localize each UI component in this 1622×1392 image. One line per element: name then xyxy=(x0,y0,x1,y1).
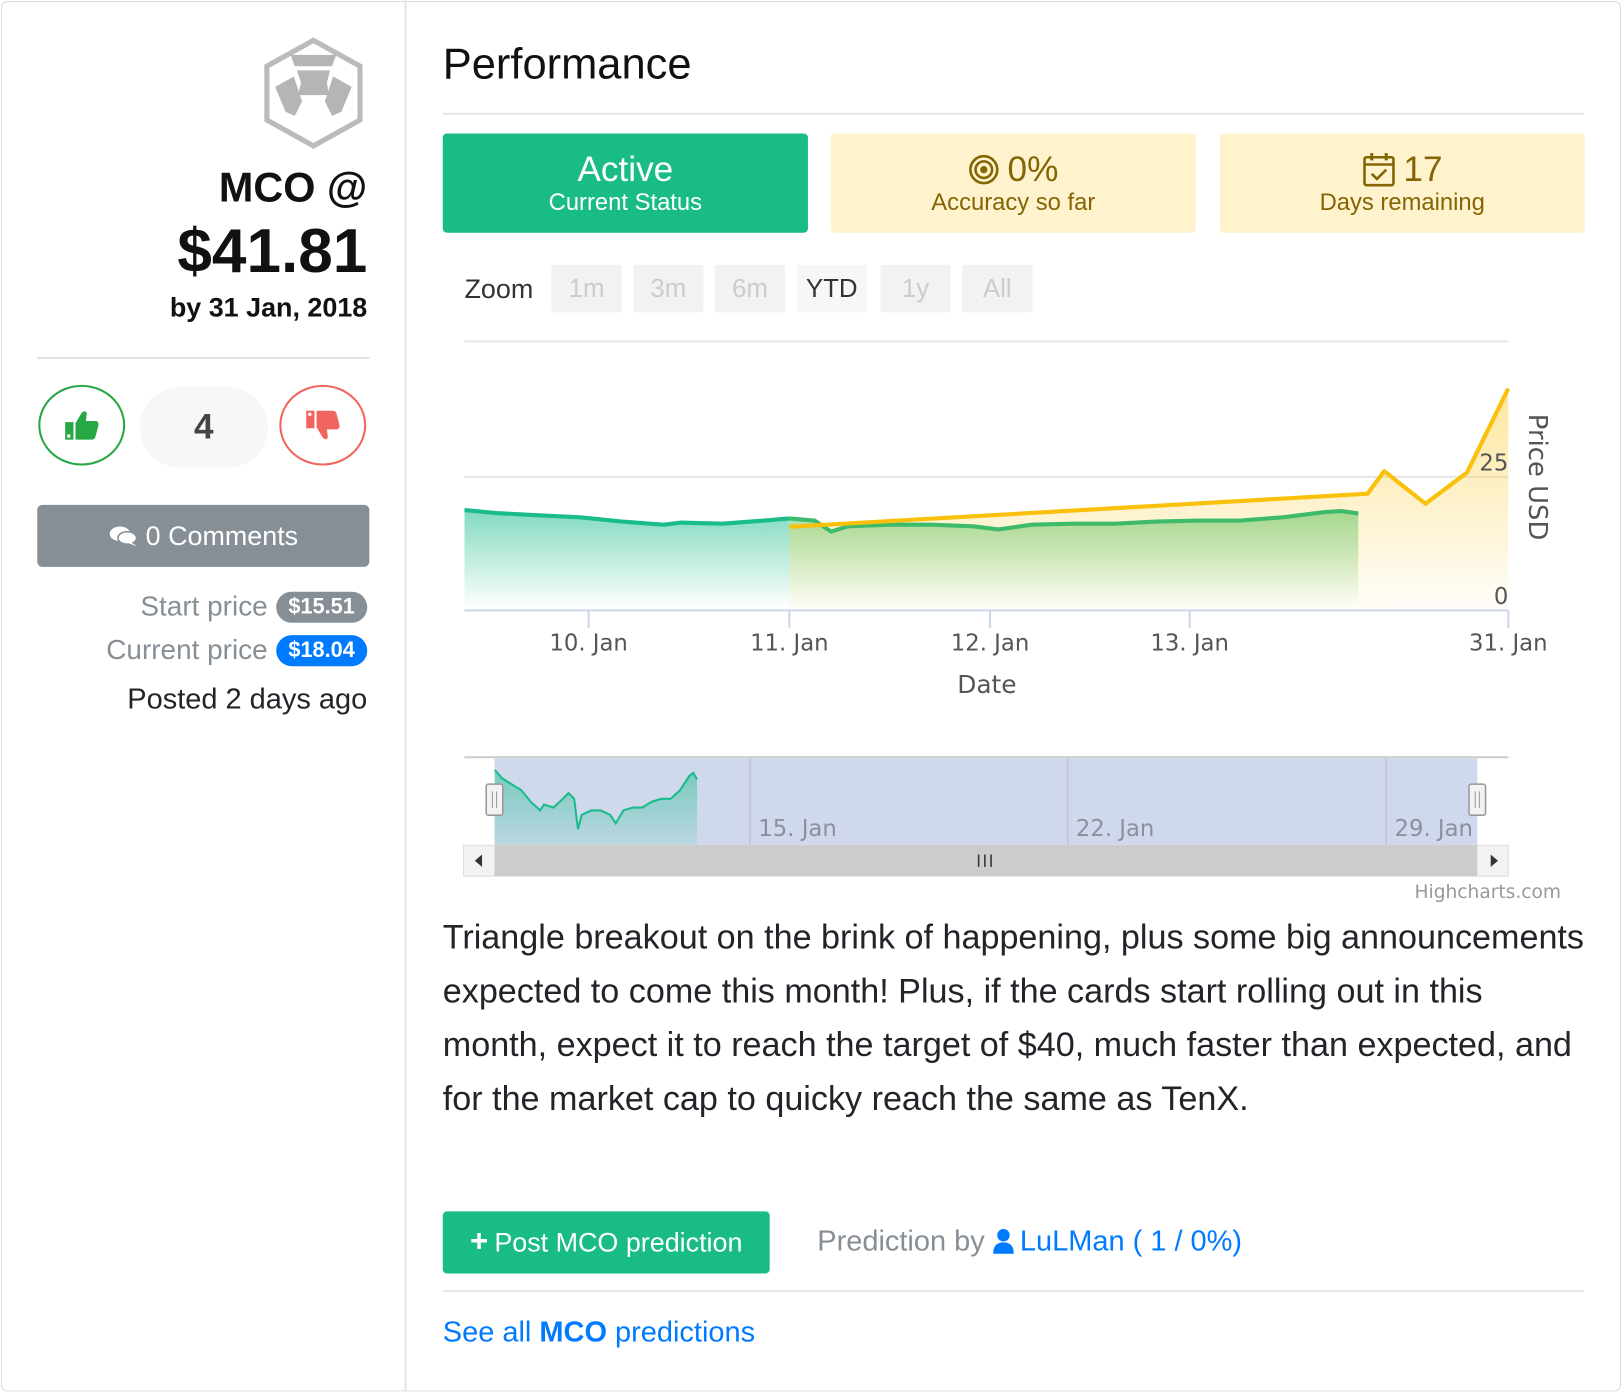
navigator-handle xyxy=(1468,783,1487,816)
price-area-before xyxy=(464,510,790,609)
see-all-predictions-link[interactable]: See all MCO predictions xyxy=(443,1316,755,1349)
divider xyxy=(442,1290,1584,1293)
x-tick-label: 11. Jan xyxy=(750,631,828,657)
y-tick-label: 0 xyxy=(1494,584,1508,610)
scrollbar-thumb xyxy=(494,845,1478,877)
post-prediction-button[interactable]: + Post MCO prediction xyxy=(442,1211,770,1274)
x-axis-title: Date xyxy=(957,670,1016,699)
x-tick-label: 10. Jan xyxy=(549,631,627,657)
prediction-by-label: Prediction by xyxy=(817,1224,985,1257)
performance-chart: Price USD 0 25 10. Jan 11. Jan 12. Jan 13. … xyxy=(462,340,1562,903)
navigator-handle xyxy=(485,783,504,816)
plus-icon: + xyxy=(469,1224,489,1259)
prediction-author: Prediction by LuLMan ( 1 / 0%) xyxy=(817,1225,1242,1258)
navigator-tick-label: 15. Jan xyxy=(758,816,836,842)
highcharts-credits[interactable]: Highcharts.com xyxy=(1415,882,1562,903)
navigator-tick-label: 29. Jan xyxy=(1395,816,1473,842)
see-all-suffix: predictions xyxy=(615,1315,756,1348)
post-prediction-label: Post MCO prediction xyxy=(494,1226,743,1258)
x-tick-label: 13. Jan xyxy=(1150,631,1228,657)
see-all-symbol: MCO xyxy=(539,1315,607,1348)
x-tick-label: 12. Jan xyxy=(951,631,1029,657)
see-all-prefix: See all xyxy=(442,1315,532,1348)
x-tick-label: 31. Jan xyxy=(1469,631,1547,657)
user-icon xyxy=(992,1228,1014,1254)
prediction-description: Triangle breakout on the brink of happen… xyxy=(442,917,1584,1118)
navigator[interactable]: 15. Jan 22. Jan 29. Jan xyxy=(462,756,1509,877)
author-link[interactable]: LuLMan ( 1 / 0%) xyxy=(992,1224,1243,1258)
navigator-tick-label: 22. Jan xyxy=(1076,816,1154,842)
author-name: LuLMan ( 1 / 0%) xyxy=(1019,1224,1243,1257)
y-tick-label: 25 xyxy=(1479,451,1508,477)
y-axis-title: Price USD xyxy=(1522,414,1552,541)
